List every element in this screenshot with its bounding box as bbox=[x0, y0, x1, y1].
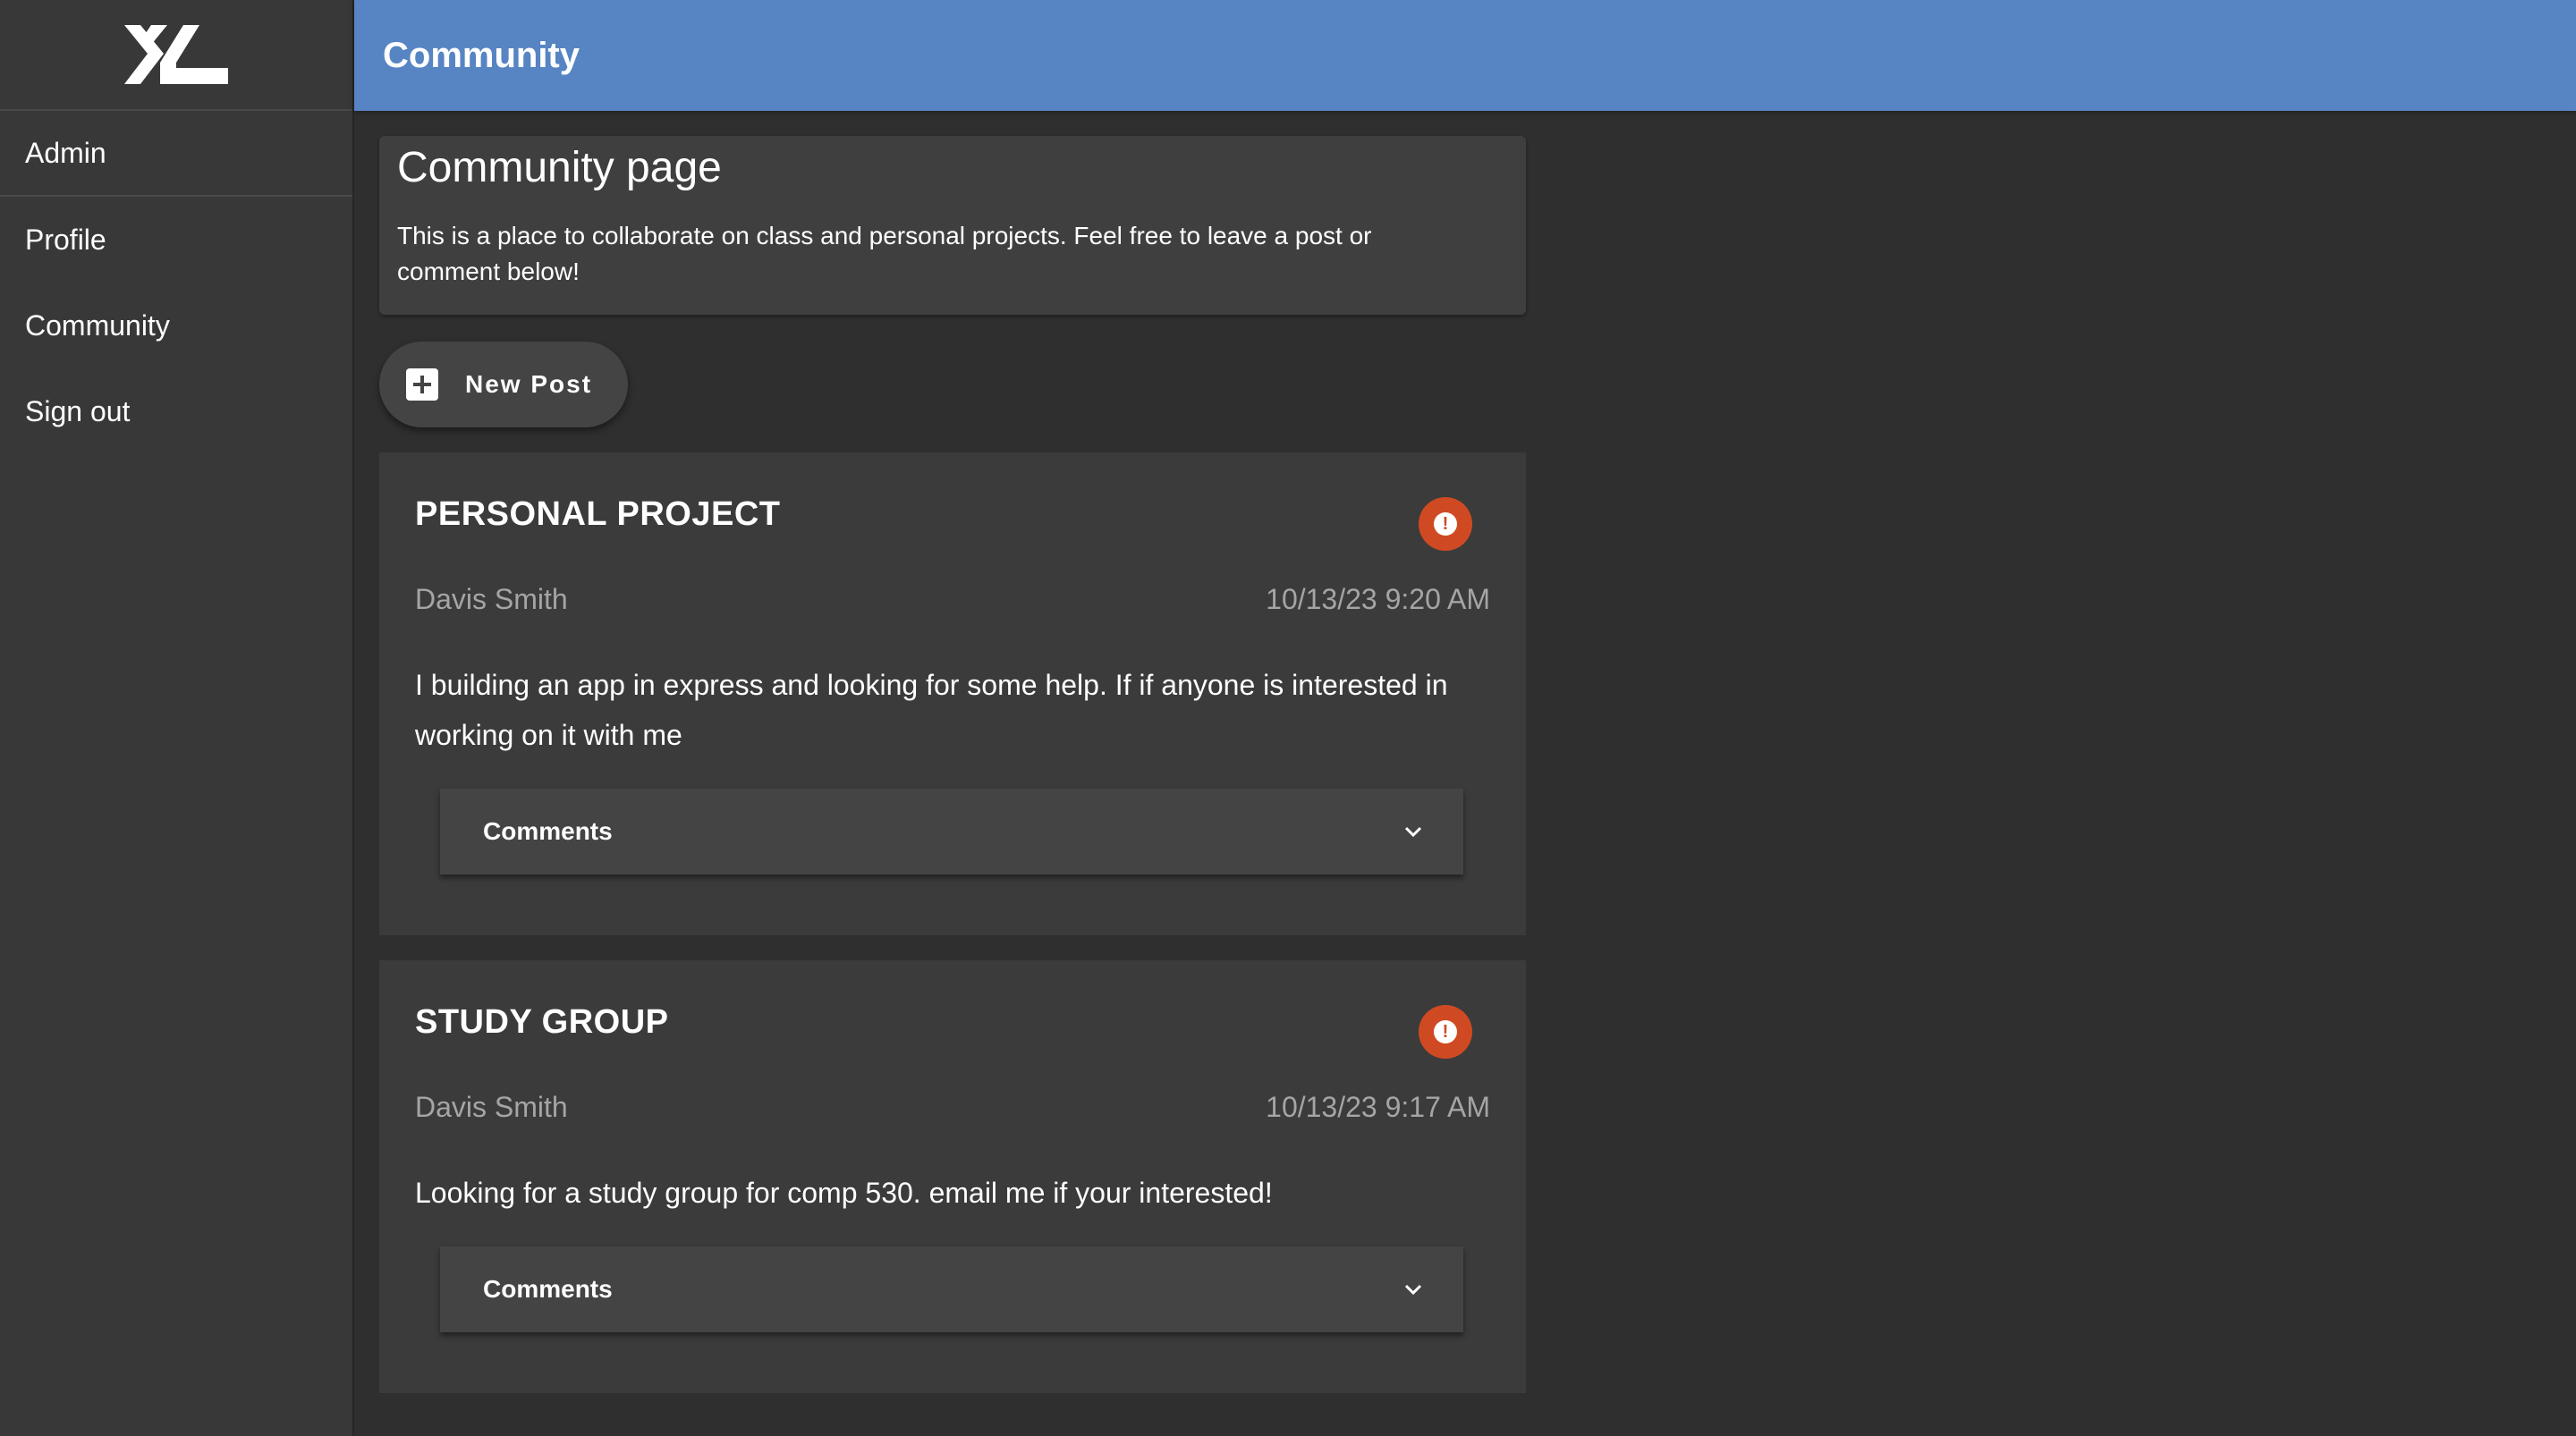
chevron-down-icon bbox=[1404, 1284, 1422, 1296]
intro-card: Community page This is a place to collab… bbox=[379, 136, 1526, 315]
comments-accordion[interactable]: Comments bbox=[440, 1246, 1463, 1332]
sidebar-item-profile[interactable]: Profile bbox=[0, 197, 352, 283]
comments-label: Comments bbox=[483, 817, 613, 845]
sidebar-item-community[interactable]: Community bbox=[0, 283, 352, 368]
sidebar-item-admin[interactable]: Admin bbox=[0, 111, 352, 197]
post-card: STUDY GROUP ! Davis Smith 10/13/23 9:17 … bbox=[379, 960, 1526, 1393]
page-title: Community bbox=[383, 35, 580, 75]
post-author: Davis Smith bbox=[415, 1091, 568, 1123]
post-title: STUDY GROUP bbox=[415, 1003, 669, 1041]
post-title: PERSONAL PROJECT bbox=[415, 495, 781, 533]
post-card: PERSONAL PROJECT ! Davis Smith 10/13/23 … bbox=[379, 452, 1526, 935]
new-post-label: New Post bbox=[465, 370, 593, 398]
report-button[interactable]: ! bbox=[1419, 497, 1472, 551]
sidebar-item-label: Profile bbox=[25, 223, 106, 256]
logo[interactable] bbox=[0, 0, 352, 111]
new-post-button[interactable]: New Post bbox=[379, 342, 628, 427]
alert-icon: ! bbox=[1434, 512, 1457, 536]
post-author: Davis Smith bbox=[415, 583, 568, 615]
plus-box-icon bbox=[406, 368, 438, 401]
app-header: Community bbox=[354, 0, 2576, 111]
sidebar-item-label: Admin bbox=[25, 136, 106, 169]
report-button[interactable]: ! bbox=[1419, 1005, 1472, 1059]
sidebar: Admin Profile Community Sign out bbox=[0, 0, 354, 1436]
sidebar-item-sign-out[interactable]: Sign out bbox=[0, 368, 352, 454]
post-timestamp: 10/13/23 9:20 AM bbox=[1266, 583, 1490, 615]
comments-label: Comments bbox=[483, 1275, 613, 1303]
main-content: Community page This is a place to collab… bbox=[379, 136, 1526, 1393]
intro-title: Community page bbox=[397, 144, 722, 191]
sidebar-item-label: Community bbox=[25, 308, 170, 342]
sidebar-item-label: Sign out bbox=[25, 394, 131, 427]
post-body: I building an app in express and looking… bbox=[415, 669, 1448, 751]
xl-logo-icon bbox=[124, 25, 228, 84]
post-timestamp: 10/13/23 9:17 AM bbox=[1266, 1091, 1490, 1123]
comments-accordion[interactable]: Comments bbox=[440, 789, 1463, 874]
post-body: Looking for a study group for comp 530. … bbox=[415, 1177, 1273, 1209]
chevron-down-icon bbox=[1404, 826, 1422, 838]
alert-icon: ! bbox=[1434, 1020, 1457, 1043]
intro-text: This is a place to collaborate on class … bbox=[397, 222, 1372, 285]
